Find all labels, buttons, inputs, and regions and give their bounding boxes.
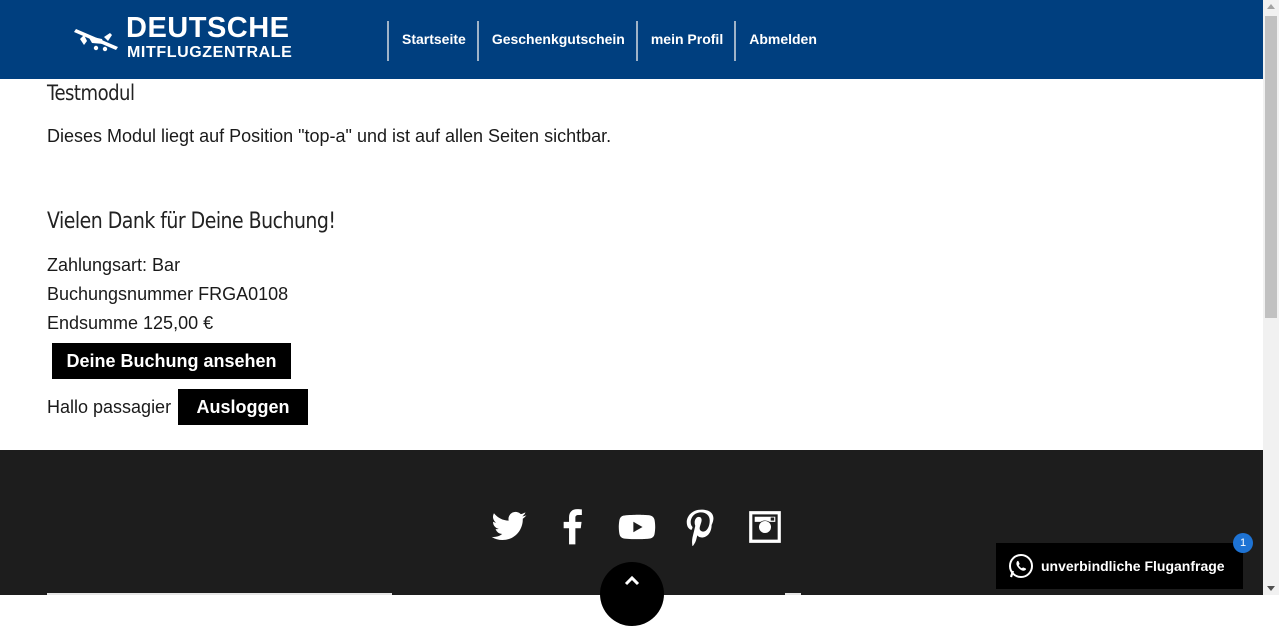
whatsapp-inquiry-button[interactable]: unverbindliche Fluganfrage 1 — [996, 533, 1253, 589]
page-scrollbar[interactable] — [1263, 0, 1279, 595]
airplane-icon — [74, 21, 120, 53]
payment-method: Zahlungsart: Bar — [47, 255, 181, 275]
view-booking-button[interactable]: Deine Buchung ansehen — [52, 343, 291, 379]
booking-total: Endsumme 125,00 € — [47, 313, 214, 333]
chevron-up-icon — [624, 575, 640, 586]
social-links — [490, 508, 810, 546]
nav-abmelden[interactable]: Abmelden — [734, 21, 828, 61]
logo-title: DEUTSCHE — [126, 12, 290, 44]
site-header: DEUTSCHE MITFLUGZENTRALE Startseite Gesc… — [0, 0, 1263, 79]
pinterest-icon[interactable] — [682, 508, 720, 546]
logout-button[interactable]: Ausloggen — [178, 389, 308, 425]
notification-badge: 1 — [1233, 533, 1253, 553]
main-nav: Startseite Geschenkgutschein mein Profil… — [387, 21, 828, 61]
youtube-icon[interactable] — [618, 508, 656, 546]
logo-subtitle: MITFLUGZENTRALE — [127, 44, 293, 61]
nav-geschenkgutschein[interactable]: Geschenkgutschein — [476, 21, 636, 61]
scrollbar-thumb[interactable] — [1265, 16, 1277, 318]
booking-number: Buchungsnummer FRGA0108 — [47, 284, 289, 304]
scroll-down-icon[interactable] — [1267, 586, 1275, 591]
instagram-icon[interactable] — [746, 508, 784, 546]
module-text: Dieses Modul liegt auf Position "top-a" … — [47, 126, 612, 146]
module-title: Testmodul — [47, 81, 135, 105]
nav-startseite[interactable]: Startseite — [387, 21, 477, 61]
site-logo[interactable]: DEUTSCHE MITFLUGZENTRALE — [74, 13, 304, 65]
back-to-top-button[interactable] — [600, 562, 664, 626]
nav-mein-profil[interactable]: mein Profil — [635, 21, 734, 61]
booking-thanks-title: Vielen Dank für Deine Buchung! — [47, 209, 336, 234]
whatsapp-icon — [1008, 553, 1034, 579]
twitter-icon[interactable] — [490, 508, 528, 546]
whatsapp-label: unverbindliche Fluganfrage — [1041, 558, 1225, 574]
facebook-icon[interactable] — [554, 508, 592, 546]
user-greeting: Hallo passagier — [47, 397, 172, 417]
scroll-up-icon[interactable] — [1267, 4, 1275, 9]
